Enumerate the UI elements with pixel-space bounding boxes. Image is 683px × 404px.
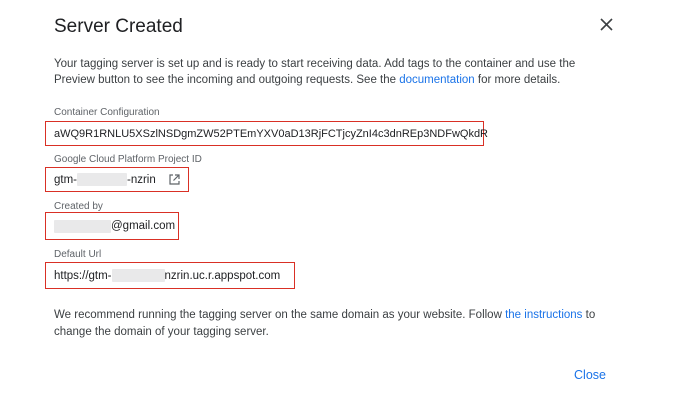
container-configuration-value: aWQ9R1RNLU5XSzlNSDgmZW52PTEmYXV0aD13RjFC… xyxy=(54,127,489,140)
open-in-new-icon[interactable] xyxy=(168,173,181,186)
recommendation-text-start: We recommend running the tagging server … xyxy=(54,309,506,321)
gcp-project-id-prefix: gtm- xyxy=(54,173,77,186)
gcp-project-id-field: gtm- -nzrin xyxy=(45,167,189,192)
container-configuration-field: aWQ9R1RNLU5XSzlNSDgmZW52PTEmYXV0aD13RjFC… xyxy=(45,121,488,146)
redacted-block xyxy=(54,219,111,233)
close-icon[interactable] xyxy=(596,14,618,36)
dialog-description: Your tagging server is set up and is rea… xyxy=(54,56,614,88)
gcp-project-id-label: Google Cloud Platform Project ID xyxy=(54,154,202,165)
recommendation-text: We recommend running the tagging server … xyxy=(54,307,614,341)
gcp-project-id-suffix: -nzrin xyxy=(127,173,156,186)
created-by-field: @gmail.com xyxy=(45,212,179,240)
default-url-prefix: https://gtm- xyxy=(54,269,112,282)
container-configuration-label: Container Configuration xyxy=(54,107,160,118)
server-created-dialog: Server Created Your tagging server is se… xyxy=(0,0,683,404)
default-url-field: https://gtm- nzrin.uc.r.appspot.com xyxy=(45,262,295,289)
created-by-value: @gmail.com xyxy=(111,220,176,232)
redacted-block xyxy=(111,269,165,282)
close-button[interactable]: Close xyxy=(566,364,614,386)
documentation-link[interactable]: documentation xyxy=(399,74,474,86)
dialog-title: Server Created xyxy=(54,16,183,37)
created-by-label: Created by xyxy=(54,201,103,212)
default-url-label: Default Url xyxy=(54,249,102,260)
description-text-end: for more details. xyxy=(474,74,561,86)
redacted-block xyxy=(77,173,127,186)
instructions-link[interactable]: the instructions xyxy=(505,309,582,321)
default-url-suffix: nzrin.uc.r.appspot.com xyxy=(164,269,281,282)
